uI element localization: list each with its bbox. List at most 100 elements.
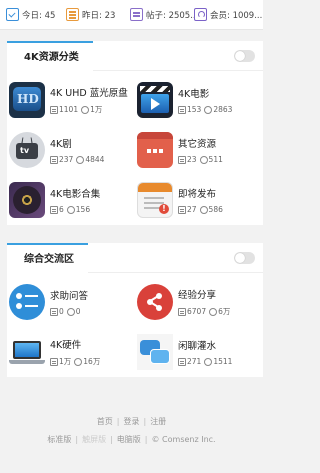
replies-count: 586	[208, 205, 223, 214]
forum-item-chat[interactable]: 闲聊灌水 271 1511	[135, 327, 263, 377]
threads-count: 1万	[59, 357, 72, 366]
member-icon	[194, 8, 207, 21]
forum-item-share[interactable]: 经验分享 6707 6万	[135, 277, 263, 327]
replies-icon	[76, 155, 85, 164]
threads-icon	[178, 155, 186, 164]
stat-today-label: 今日: 45	[22, 10, 56, 21]
threads-icon	[178, 307, 186, 316]
replies-icon	[204, 357, 213, 366]
forum-name: 4K剧	[50, 139, 72, 150]
calendar-alert-icon: !	[137, 182, 173, 218]
calendar-check-icon	[6, 8, 19, 21]
disc-icon	[9, 182, 45, 218]
replies-icon	[204, 105, 213, 114]
calendar-list-icon	[66, 8, 79, 21]
forum-grid: HD 4K UHD 蓝光原盘 1101 1万 4K电影 153 2863 tv 4K…	[7, 71, 263, 225]
forum-name: 求助问答	[50, 291, 89, 302]
threads-count: 0	[59, 307, 64, 316]
forum-name: 经验分享	[178, 290, 217, 301]
replies-count: 511	[208, 155, 223, 164]
section-community: 综合交流区 求助问答 0 0 经验分享 6707 6万 4K硬件 1万 16万 闲…	[7, 243, 263, 377]
forum-grid: 求助问答 0 0 经验分享 6707 6万 4K硬件 1万 16万 闲聊灌水 271 1…	[7, 273, 263, 377]
footer: 首页 | 登录 | 注册 标准版 | 触屏版 | 电脑版 | © Comsenz Inc.	[0, 413, 263, 449]
version-touch: 触屏版	[82, 435, 107, 444]
replies-count: 2863	[213, 105, 233, 114]
threads-icon	[50, 205, 58, 214]
forum-item-hardware[interactable]: 4K硬件 1万 16万	[7, 327, 135, 377]
version-standard[interactable]: 标准版	[47, 435, 71, 444]
threads-icon	[50, 307, 58, 316]
replies-count: 6万	[218, 307, 231, 316]
forum-item-uhd[interactable]: HD 4K UHD 蓝光原盘 1101 1万	[7, 75, 135, 125]
forum-name: 4K电影合集	[50, 189, 101, 200]
forum-name: 其它资源	[178, 139, 217, 150]
replies-icon	[66, 205, 75, 214]
threads-icon	[178, 357, 186, 366]
threads-icon	[50, 105, 58, 114]
replies-icon	[199, 205, 208, 214]
replies-count: 16万	[83, 357, 101, 366]
more-icon	[137, 132, 173, 168]
section-4k-resources: 4K资源分类 HD 4K UHD 蓝光原盘 1101 1万 4K电影 153 286…	[7, 41, 263, 225]
forum-name: 4K UHD 蓝光原盘	[50, 88, 128, 99]
uhd-disc-icon: HD	[9, 82, 45, 118]
forum-item-other[interactable]: 其它资源 23 511	[135, 125, 263, 175]
replies-icon	[209, 307, 218, 316]
stat-posts-label: 帖子: 2505...	[146, 10, 194, 21]
replies-count: 156	[75, 205, 91, 214]
threads-count: 237	[59, 155, 74, 164]
footer-versions: 标准版 | 触屏版 | 电脑版 | © Comsenz Inc.	[47, 435, 216, 444]
stat-today: 今日: 45	[0, 0, 62, 30]
forum-item-upcoming[interactable]: ! 即将发布 27 586	[135, 175, 263, 225]
replies-icon	[66, 307, 75, 316]
section-header: 4K资源分类	[7, 41, 263, 71]
forum-name: 4K电影	[178, 89, 210, 100]
threads-count: 271	[187, 357, 202, 366]
replies-count: 1万	[90, 105, 103, 114]
share-icon	[137, 284, 173, 320]
stat-members-label: 会员: 1009...	[210, 10, 263, 21]
replies-icon	[81, 105, 90, 114]
forum-item-series[interactable]: tv 4K剧 237 4844	[7, 125, 135, 175]
collapse-toggle[interactable]	[234, 50, 255, 62]
threads-count: 153	[187, 105, 202, 114]
footer-links: 首页 | 登录 | 注册	[96, 417, 167, 426]
forum-item-movies[interactable]: 4K电影 153 2863	[135, 75, 263, 125]
section-title: 综合交流区	[7, 243, 88, 273]
stat-yesterday: 昨日: 23	[62, 0, 128, 30]
threads-count: 6707	[187, 307, 207, 316]
threads-count: 1101	[59, 105, 79, 114]
threads-count: 23	[187, 155, 197, 164]
post-icon	[130, 8, 143, 21]
threads-count: 6	[59, 205, 64, 214]
threads-count: 27	[187, 205, 197, 214]
section-header: 综合交流区	[7, 243, 263, 273]
stat-yesterday-label: 昨日: 23	[82, 10, 116, 21]
replies-count: 4844	[85, 155, 105, 164]
footer-link-login[interactable]: 登录	[124, 417, 140, 426]
section-title: 4K资源分类	[7, 41, 93, 71]
tv-icon: tv	[9, 132, 45, 168]
replies-icon	[199, 155, 208, 164]
forum-name: 即将发布	[178, 189, 217, 200]
threads-icon	[178, 205, 186, 214]
chat-icon	[137, 334, 173, 370]
version-desktop[interactable]: 电脑版	[117, 435, 141, 444]
forum-name: 闲聊灌水	[178, 341, 217, 352]
stat-members: 会员: 1009...	[194, 0, 263, 30]
forum-item-collection[interactable]: 4K电影合集 6 156	[7, 175, 135, 225]
forum-item-help[interactable]: 求助问答 0 0	[7, 277, 135, 327]
threads-icon	[50, 357, 58, 366]
stats-bar: 今日: 45 昨日: 23 帖子: 2505... 会员: 1009...	[0, 0, 263, 30]
forum-name: 4K硬件	[50, 340, 82, 351]
footer-link-home[interactable]: 首页	[97, 417, 113, 426]
threads-icon	[50, 155, 58, 164]
help-list-icon	[9, 284, 45, 320]
footer-link-register[interactable]: 注册	[150, 417, 166, 426]
copyright: © Comsenz Inc.	[151, 435, 216, 444]
collapse-toggle[interactable]	[234, 252, 255, 264]
stat-posts: 帖子: 2505...	[128, 0, 194, 30]
replies-count: 0	[75, 307, 81, 316]
laptop-icon	[9, 334, 45, 370]
replies-icon	[74, 357, 83, 366]
